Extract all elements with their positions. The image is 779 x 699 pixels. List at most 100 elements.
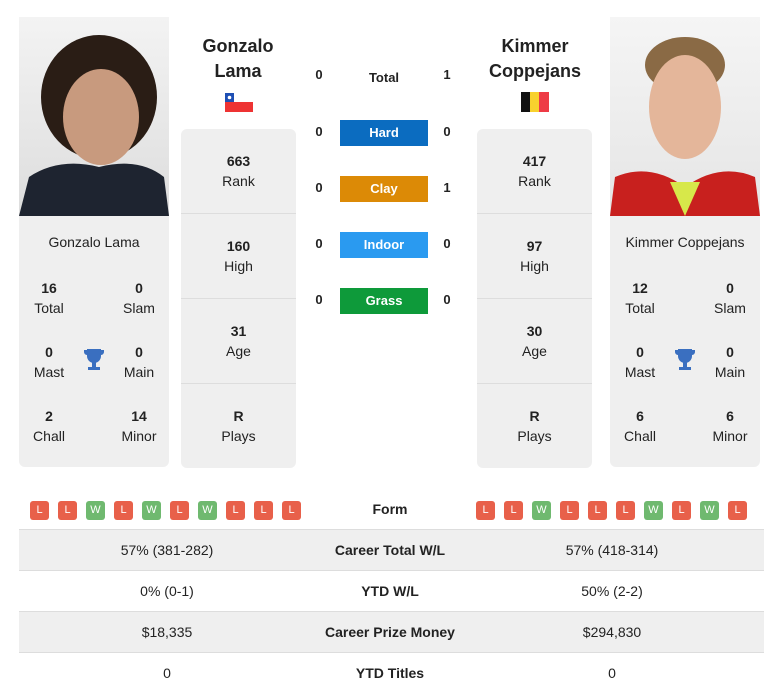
label: Rank bbox=[222, 173, 255, 189]
h2h-surface-p1: 0 bbox=[315, 124, 323, 139]
player1-titles-card: Gonzalo Lama 16 Total 0 Slam 0 Mast 0 Main 2… bbox=[19, 216, 169, 467]
h2h-surface-p2: 1 bbox=[443, 180, 451, 195]
p1-ytd-wl: 0% (0-1) bbox=[140, 583, 194, 599]
label: Mast bbox=[33, 364, 65, 380]
label: Plays bbox=[221, 428, 256, 444]
form-result-badge[interactable]: L bbox=[254, 501, 273, 520]
label: Chall bbox=[33, 428, 65, 444]
p1-mast: 0 bbox=[45, 344, 53, 360]
p2-career-wl: 57% (418-314) bbox=[565, 542, 659, 558]
p2-total: 12 bbox=[632, 280, 648, 296]
p1-prize: $18,335 bbox=[141, 624, 193, 640]
form-result-badge[interactable]: W bbox=[700, 501, 719, 520]
p2-rank: 417 bbox=[522, 153, 547, 169]
form-result-badge[interactable]: L bbox=[114, 501, 133, 520]
form-result-badge[interactable]: L bbox=[226, 501, 245, 520]
surface-grass-badge[interactable]: Grass bbox=[340, 288, 428, 314]
form-result-badge[interactable]: L bbox=[504, 501, 523, 520]
player2-form: LLWLLLWLWL bbox=[476, 500, 756, 520]
trophy-icon bbox=[82, 347, 106, 378]
h2h-total-label: Total bbox=[368, 70, 400, 85]
p1-main: 0 bbox=[135, 344, 143, 360]
label: Rank bbox=[518, 173, 551, 189]
p2-plays: R bbox=[529, 408, 540, 424]
p2-mast: 0 bbox=[636, 344, 644, 360]
row-label: YTD Titles bbox=[355, 665, 425, 681]
p1-rank: 663 bbox=[226, 153, 251, 169]
table-row-prize: $18,335 Career Prize Money $294,830 bbox=[19, 611, 764, 652]
table-row-career-wl: 57% (381-282) Career Total W/L 57% (418-31… bbox=[19, 529, 764, 570]
label: Total bbox=[625, 300, 655, 316]
player2-full-name: Kimmer Coppejans bbox=[625, 234, 745, 250]
form-result-badge[interactable]: W bbox=[86, 501, 105, 520]
surface-indoor-badge[interactable]: Indoor bbox=[340, 232, 428, 258]
p2-age: 30 bbox=[526, 323, 543, 339]
chile-flag-icon bbox=[225, 93, 253, 117]
p2-main: 0 bbox=[726, 344, 734, 360]
form-result-badge[interactable]: L bbox=[616, 501, 635, 520]
player1-name[interactable]: Gonzalo Lama bbox=[168, 34, 308, 84]
row-label: YTD W/L bbox=[361, 583, 419, 599]
p1-age: 31 bbox=[230, 323, 247, 339]
table-row-ytd-wl: 0% (0-1) YTD W/L 50% (2-2) bbox=[19, 570, 764, 611]
belgium-flag-icon bbox=[521, 92, 549, 117]
row-label: Career Total W/L bbox=[334, 542, 446, 558]
label: Minor bbox=[121, 428, 157, 444]
label: Age bbox=[226, 343, 251, 359]
form-result-badge[interactable]: L bbox=[728, 501, 747, 520]
label: High bbox=[520, 258, 549, 274]
p1-slam: 0 bbox=[135, 280, 143, 296]
label: Main bbox=[714, 364, 746, 380]
player1-form: LLWLWLWLLL bbox=[30, 500, 310, 520]
h2h-surface-p2: 0 bbox=[443, 292, 451, 307]
h2h-surface-p1: 0 bbox=[315, 180, 323, 195]
form-result-badge[interactable]: L bbox=[170, 501, 189, 520]
h2h-surface-p2: 0 bbox=[443, 236, 451, 251]
p1-ytd-titles: 0 bbox=[163, 665, 171, 681]
label: Main bbox=[123, 364, 155, 380]
form-result-badge[interactable]: L bbox=[588, 501, 607, 520]
form-result-badge[interactable]: L bbox=[672, 501, 691, 520]
p1-plays: R bbox=[233, 408, 244, 424]
table-row-ytd-titles: 0 YTD Titles 0 bbox=[19, 652, 764, 693]
label: Chall bbox=[624, 428, 656, 444]
form-label: Form bbox=[372, 501, 408, 517]
p1-career-wl: 57% (381-282) bbox=[120, 542, 214, 558]
form-result-badge[interactable]: L bbox=[58, 501, 77, 520]
player1-photo bbox=[19, 17, 169, 216]
form-result-badge[interactable]: L bbox=[30, 501, 49, 520]
p2-ytd-wl: 50% (2-2) bbox=[581, 583, 643, 599]
label: High bbox=[224, 258, 253, 274]
p1-chall: 2 bbox=[45, 408, 53, 424]
form-result-badge[interactable]: L bbox=[476, 501, 495, 520]
h2h-total-p2: 1 bbox=[443, 67, 451, 82]
row-label: Career Prize Money bbox=[325, 624, 455, 640]
form-result-badge[interactable]: L bbox=[560, 501, 579, 520]
form-result-badge[interactable]: W bbox=[142, 501, 161, 520]
surface-clay-badge[interactable]: Clay bbox=[340, 176, 428, 202]
label: Mast bbox=[624, 364, 656, 380]
h2h-surface-p2: 0 bbox=[443, 124, 451, 139]
player2-titles-card: Kimmer Coppejans 12 Total 0 Slam 0 Mast 0 Ma… bbox=[610, 216, 760, 467]
p1-total: 16 bbox=[41, 280, 57, 296]
form-result-badge[interactable]: W bbox=[198, 501, 217, 520]
player2-stats: 417 Rank 97 High 30 Age R Plays bbox=[477, 129, 592, 468]
label: Minor bbox=[712, 428, 748, 444]
label: Plays bbox=[517, 428, 552, 444]
trophy-icon bbox=[673, 347, 697, 378]
p1-high: 160 bbox=[226, 238, 251, 254]
p2-prize: $294,830 bbox=[582, 624, 642, 640]
surface-hard-badge[interactable]: Hard bbox=[340, 120, 428, 146]
label: Total bbox=[34, 300, 64, 316]
p2-high: 97 bbox=[526, 238, 543, 254]
player1-full-name: Gonzalo Lama bbox=[48, 234, 140, 250]
p2-ytd-titles: 0 bbox=[608, 665, 616, 681]
h2h-surface-p1: 0 bbox=[315, 236, 323, 251]
p1-minor: 14 bbox=[131, 408, 147, 424]
form-result-badge[interactable]: L bbox=[282, 501, 301, 520]
h2h-total-p1: 0 bbox=[315, 67, 323, 82]
player2-name[interactable]: Kimmer Coppejans bbox=[465, 34, 605, 84]
label: Slam bbox=[123, 300, 155, 316]
form-result-badge[interactable]: W bbox=[532, 501, 551, 520]
form-result-badge[interactable]: W bbox=[644, 501, 663, 520]
